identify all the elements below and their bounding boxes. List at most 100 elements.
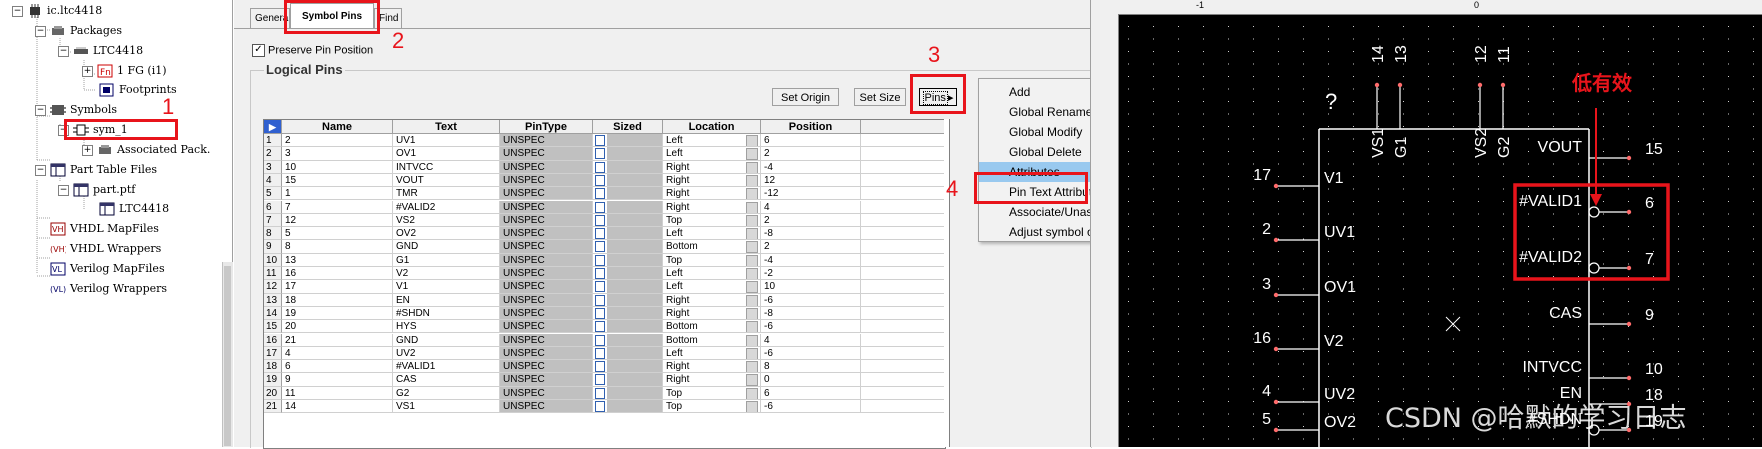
pin-number-cell[interactable]: 3 (282, 147, 393, 161)
pintype-cell[interactable]: UNSPEC (500, 306, 593, 321)
position-cell[interactable]: 4 (761, 333, 861, 347)
pintype-cell[interactable]: UNSPEC (500, 267, 593, 281)
table-row[interactable]: 9 8 GND UNSPEC Bottom 2 (264, 240, 945, 254)
sized-cell[interactable] (593, 173, 663, 188)
set-size-button[interactable]: Set Size (854, 88, 906, 106)
sized-cell[interactable] (593, 293, 663, 307)
dropdown-button-icon[interactable] (746, 254, 758, 266)
location-cell[interactable]: Bottom (663, 240, 761, 254)
pin-number-cell[interactable]: 13 (282, 253, 393, 267)
sized-cell[interactable] (593, 280, 663, 294)
position-cell[interactable]: -8 (761, 227, 861, 241)
pin-text-cell[interactable]: UV2 (393, 346, 500, 361)
location-cell[interactable]: Bottom (663, 333, 761, 347)
position-cell[interactable]: 10 (761, 280, 861, 294)
position-cell[interactable]: 12 (761, 173, 861, 188)
position-cell[interactable]: 2 (761, 147, 861, 161)
pin-number-cell[interactable]: 5 (282, 227, 393, 241)
column-header-sized[interactable]: Sized (593, 120, 663, 134)
tree-item-vhdl-wrappers[interactable]: (VH) VHDL Wrappers (50, 240, 161, 258)
sized-checkbox[interactable] (595, 214, 605, 226)
dropdown-button-icon[interactable] (746, 201, 758, 213)
pin-number-cell[interactable]: 19 (282, 306, 393, 321)
tree-item-part-table-files[interactable]: − Part Table Files (35, 161, 157, 179)
preserve-pin-position-checkbox[interactable]: ✓ Preserve Pin Position (252, 44, 373, 57)
sized-cell[interactable] (593, 346, 663, 361)
sized-checkbox[interactable] (595, 334, 605, 346)
location-cell[interactable]: Top (663, 213, 761, 228)
pin-text-cell[interactable]: VS1 (393, 400, 500, 414)
dropdown-button-icon[interactable] (746, 228, 758, 240)
table-row[interactable]: 17 4 UV2 UNSPEC Left -6 (264, 346, 945, 361)
location-cell[interactable]: Right (663, 373, 761, 387)
checkbox-checked-icon[interactable]: ✓ (252, 44, 265, 57)
sized-checkbox[interactable] (595, 321, 605, 333)
location-cell[interactable]: Right (663, 293, 761, 307)
pin-text-cell[interactable]: #VALID2 (393, 200, 500, 214)
column-header-position[interactable]: Position (761, 120, 861, 134)
position-cell[interactable]: 0 (761, 373, 861, 387)
pintype-cell[interactable]: UNSPEC (500, 213, 593, 228)
tree-scrollbar[interactable] (222, 262, 233, 447)
sized-cell[interactable] (593, 386, 663, 400)
sized-checkbox[interactable] (595, 135, 605, 146)
pin-text-cell[interactable]: GND (393, 240, 500, 254)
sized-cell[interactable] (593, 147, 663, 161)
dropdown-button-icon[interactable] (746, 135, 758, 147)
table-row[interactable]: 7 12 VS2 UNSPEC Top 2 (264, 213, 945, 228)
tree-item-symbols[interactable]: − Symbols (35, 101, 117, 119)
symbol-canvas[interactable]: -1 0 ? 14 VS1 13 G1 12 VS2 11 G2 17 V1 2 UV1 3 OV1 16 V2… (1106, 0, 1762, 447)
collapse-icon[interactable]: − (58, 45, 69, 57)
pin-text-cell[interactable]: G1 (393, 253, 500, 267)
tree-item-vhdl-mapfiles[interactable]: VH VHDL MapFiles (50, 220, 159, 238)
table-row[interactable]: 1 2 UV1 UNSPEC Left 6 (264, 134, 945, 148)
pin-text-cell[interactable]: TMR (393, 187, 500, 201)
position-cell[interactable]: -12 (761, 187, 861, 201)
sized-checkbox[interactable] (595, 174, 605, 186)
table-row[interactable]: 21 14 VS1 UNSPEC Top -6 (264, 400, 945, 414)
dropdown-button-icon[interactable] (746, 387, 758, 399)
tree-item-ltc4418-package[interactable]: − LTC4418 (58, 42, 143, 60)
pintype-cell[interactable]: UNSPEC (500, 187, 593, 201)
sized-cell[interactable] (593, 306, 663, 321)
sized-checkbox[interactable] (595, 294, 605, 306)
collapse-icon[interactable]: − (35, 104, 46, 116)
sized-cell[interactable] (593, 320, 663, 334)
pintype-cell[interactable]: UNSPEC (500, 400, 593, 414)
dropdown-button-icon[interactable] (746, 268, 758, 280)
pin-number-cell[interactable]: 20 (282, 320, 393, 334)
dropdown-button-icon[interactable] (746, 401, 758, 413)
location-cell[interactable]: Top (663, 400, 761, 414)
pin-text-cell[interactable]: EN (393, 293, 500, 307)
pintype-cell[interactable]: UNSPEC (500, 200, 593, 214)
pintype-cell[interactable]: UNSPEC (500, 240, 593, 254)
sized-cell[interactable] (593, 373, 663, 387)
pintype-cell[interactable]: UNSPEC (500, 360, 593, 374)
sized-checkbox[interactable] (595, 387, 605, 399)
dropdown-button-icon[interactable] (746, 281, 758, 293)
pin-number-cell[interactable]: 11 (282, 386, 393, 400)
pin-number-cell[interactable]: 17 (282, 280, 393, 294)
sized-cell[interactable] (593, 253, 663, 267)
pin-number-cell[interactable]: 15 (282, 173, 393, 188)
location-cell[interactable]: Left (663, 280, 761, 294)
grid-select-all-corner[interactable]: ▶ (264, 120, 282, 134)
sized-checkbox[interactable] (595, 241, 605, 253)
table-row[interactable]: 11 16 V2 UNSPEC Left -2 (264, 267, 945, 281)
table-row[interactable]: 10 13 G1 UNSPEC Top -4 (264, 253, 945, 267)
sized-cell[interactable] (593, 227, 663, 241)
pintype-cell[interactable]: UNSPEC (500, 373, 593, 387)
location-cell[interactable]: Left (663, 147, 761, 161)
pintype-cell[interactable]: UNSPEC (500, 147, 593, 161)
location-cell[interactable]: Right (663, 187, 761, 201)
pin-text-cell[interactable]: #SHDN (393, 306, 500, 321)
pintype-cell[interactable]: UNSPEC (500, 160, 593, 174)
sized-cell[interactable] (593, 267, 663, 281)
tree-item-verilog-wrappers[interactable]: (VL) Verilog Wrappers (50, 280, 167, 298)
collapse-icon[interactable]: − (35, 25, 46, 37)
logical-pins-grid[interactable]: ▶ Name Text PinType Sized Location Posit… (263, 119, 946, 449)
pintype-cell[interactable]: UNSPEC (500, 346, 593, 361)
dropdown-button-icon[interactable] (746, 334, 758, 346)
location-cell[interactable]: Bottom (663, 320, 761, 334)
column-header-pintype[interactable]: PinType (500, 120, 593, 134)
